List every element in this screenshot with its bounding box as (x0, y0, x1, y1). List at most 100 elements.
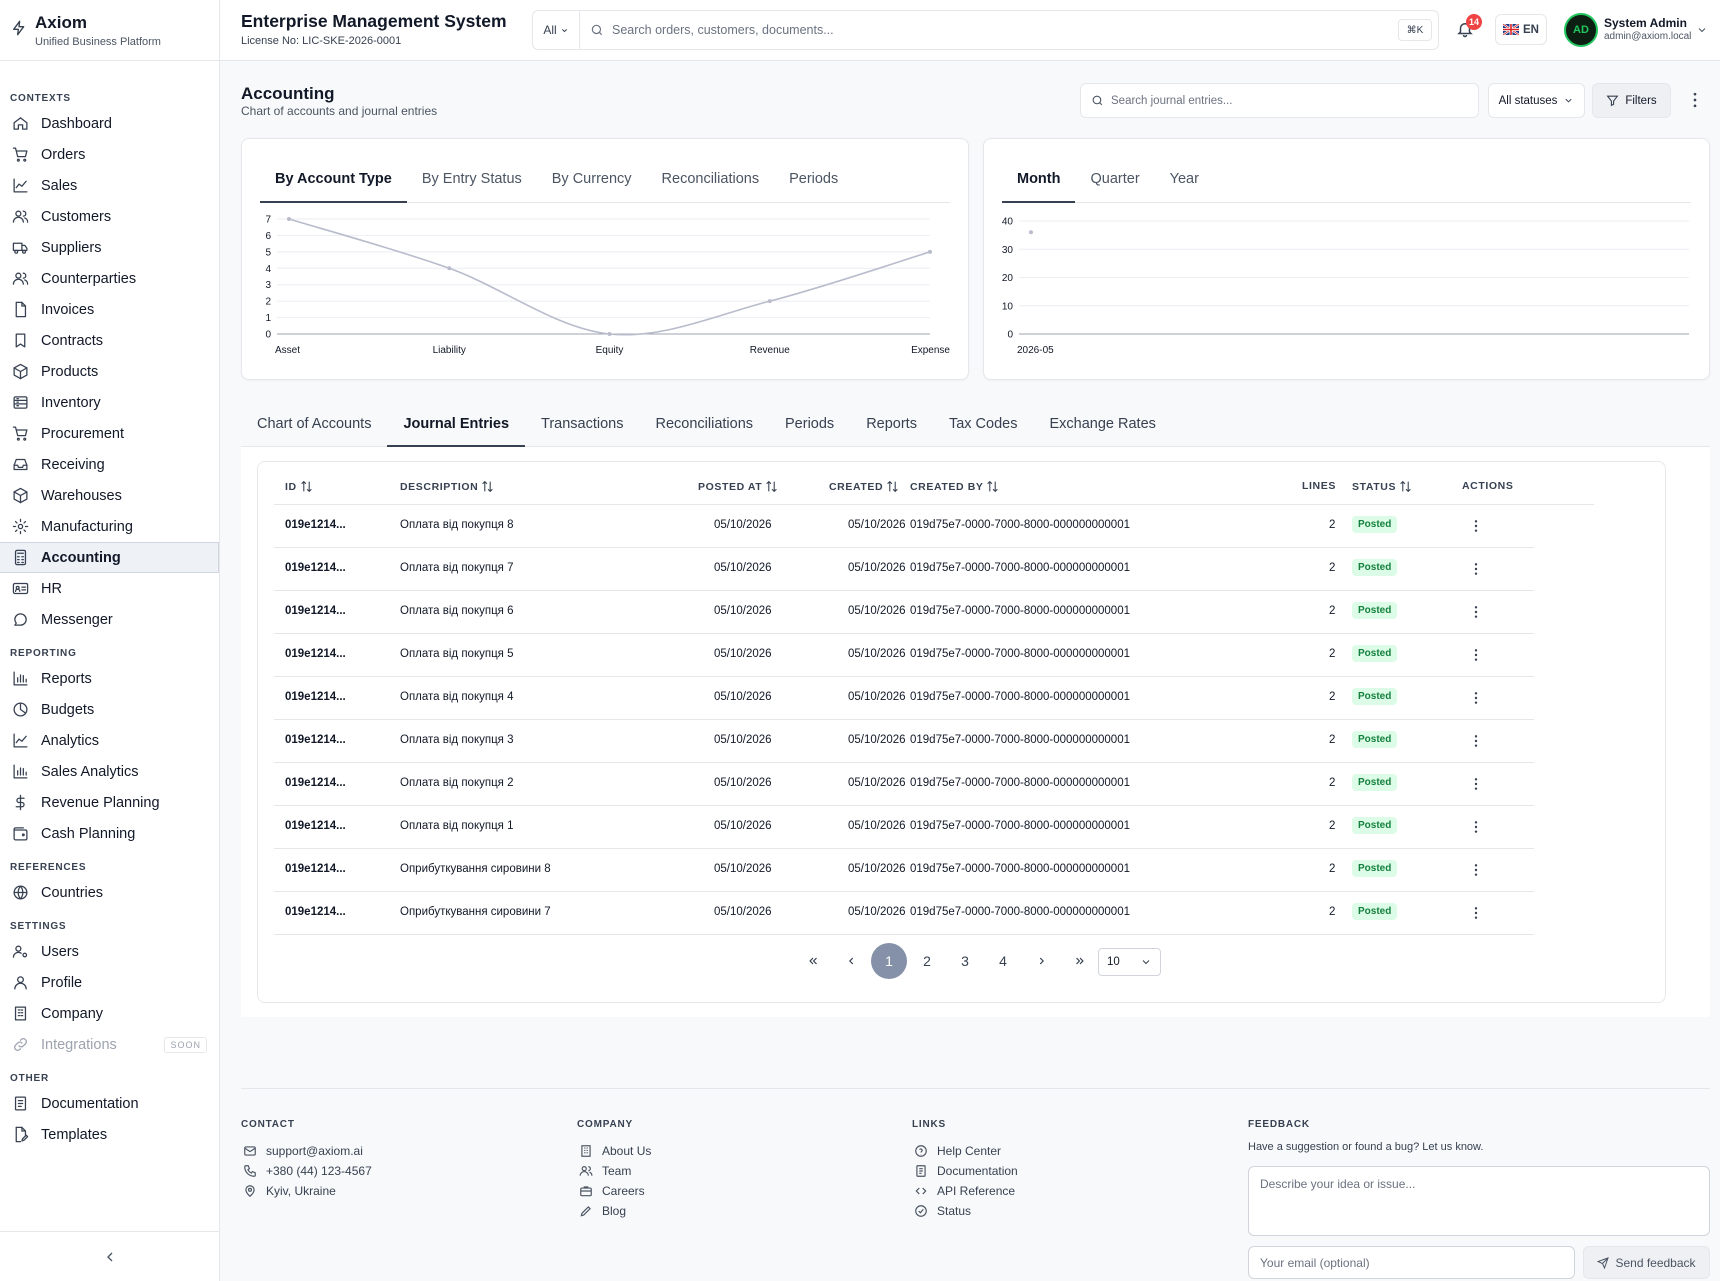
last-page-button[interactable] (1062, 943, 1098, 979)
sidebar-item-documentation[interactable]: Documentation (0, 1088, 219, 1119)
sidebar-item-contracts[interactable]: Contracts (0, 325, 219, 356)
data-point[interactable] (447, 266, 452, 271)
period-tab-month[interactable]: Month (1002, 167, 1076, 203)
chart-tab-by-currency[interactable]: By Currency (537, 167, 647, 203)
cell-id[interactable]: 019e1214... (285, 519, 346, 531)
table-row[interactable]: 019e1214... Оплата від покупця 7 05/10/202… (274, 548, 1534, 591)
column-header-description[interactable]: DESCRIPTION (400, 480, 494, 493)
period-tab-quarter[interactable]: Quarter (1075, 167, 1154, 203)
sidebar-item-analytics[interactable]: Analytics (0, 725, 219, 756)
cell-id[interactable]: 019e1214... (285, 863, 346, 875)
previous-page-button[interactable] (833, 943, 869, 979)
tab-tax-codes[interactable]: Tax Codes (933, 403, 1034, 447)
collapse-sidebar-button[interactable] (0, 1231, 219, 1281)
sidebar-item-invoices[interactable]: Invoices (0, 294, 219, 325)
tab-exchange-rates[interactable]: Exchange Rates (1033, 403, 1171, 447)
table-row[interactable]: 019e1214... Оплата від покупця 3 05/10/202… (274, 720, 1534, 763)
sidebar-item-warehouses[interactable]: Warehouses (0, 480, 219, 511)
sidebar-item-procurement[interactable]: Procurement (0, 418, 219, 449)
filters-button[interactable]: Filters (1592, 83, 1671, 118)
cell-id[interactable]: 019e1214... (285, 734, 346, 746)
avatar[interactable]: AD (1564, 13, 1598, 47)
first-page-button[interactable] (795, 943, 831, 979)
sidebar-item-cash-planning[interactable]: Cash Planning (0, 818, 219, 849)
tab-periods[interactable]: Periods (769, 403, 850, 447)
column-header-created[interactable]: CREATED (829, 480, 899, 493)
page-1-button[interactable]: 1 (871, 943, 907, 979)
footer-link-blog[interactable]: Blog (579, 1204, 626, 1218)
column-header-created-by[interactable]: CREATED BY (910, 480, 999, 493)
table-row[interactable]: 019e1214... Оприбуткування сировини 7 05/1… (274, 892, 1534, 935)
sidebar-item-counterparties[interactable]: Counterparties (0, 263, 219, 294)
footer-link-about[interactable]: About Us (579, 1144, 651, 1158)
table-row[interactable]: 019e1214... Оплата від покупця 4 05/10/202… (274, 677, 1534, 720)
table-row[interactable]: 019e1214... Оплата від покупця 6 05/10/202… (274, 591, 1534, 634)
row-actions-icon[interactable] (1468, 604, 1484, 620)
feedback-email-input[interactable]: Your email (optional) (1248, 1246, 1575, 1279)
column-header-id[interactable]: ID (285, 480, 313, 493)
sidebar-item-budgets[interactable]: Budgets (0, 694, 219, 725)
tab-reconciliations[interactable]: Reconciliations (639, 403, 769, 447)
row-actions-icon[interactable] (1468, 690, 1484, 706)
user-name[interactable]: System Admin (1604, 16, 1687, 30)
footer-link-status[interactable]: Status (914, 1204, 971, 1218)
cell-id[interactable]: 019e1214... (285, 605, 346, 617)
sidebar-item-revenue-planning[interactable]: Revenue Planning (0, 787, 219, 818)
sidebar-item-dashboard[interactable]: Dashboard (0, 108, 219, 139)
journal-search-input[interactable]: Search journal entries... (1080, 83, 1479, 118)
sidebar-item-accounting[interactable]: Accounting (0, 542, 219, 573)
table-row[interactable]: 019e1214... Оплата від покупця 2 05/10/202… (274, 763, 1534, 806)
period-tab-year[interactable]: Year (1155, 167, 1214, 203)
data-point[interactable] (767, 299, 772, 304)
data-point[interactable] (928, 249, 932, 254)
sidebar-item-reports[interactable]: Reports (0, 663, 219, 694)
table-row[interactable]: 019e1214... Оплата від покупця 5 05/10/202… (274, 634, 1534, 677)
chart-tab-periods[interactable]: Periods (774, 167, 853, 203)
sidebar-item-users[interactable]: Users (0, 936, 219, 967)
sidebar-item-suppliers[interactable]: Suppliers (0, 232, 219, 263)
cell-id[interactable]: 019e1214... (285, 562, 346, 574)
column-header-status[interactable]: STATUS (1352, 480, 1412, 493)
row-actions-icon[interactable] (1468, 518, 1484, 534)
brand[interactable]: Axiom Unified Business Platform (0, 0, 219, 61)
page-4-button[interactable]: 4 (985, 943, 1021, 979)
sidebar-item-inventory[interactable]: Inventory (0, 387, 219, 418)
row-actions-icon[interactable] (1468, 862, 1484, 878)
row-actions-icon[interactable] (1468, 905, 1484, 921)
row-actions-icon[interactable] (1468, 819, 1484, 835)
footer-link-api[interactable]: API Reference (914, 1184, 1015, 1198)
tab-journal-entries[interactable]: Journal Entries (387, 403, 526, 447)
search-scope-select[interactable]: All (533, 11, 580, 49)
sidebar-item-orders[interactable]: Orders (0, 139, 219, 170)
cell-id[interactable]: 019e1214... (285, 906, 346, 918)
sidebar-item-manufacturing[interactable]: Manufacturing (0, 511, 219, 542)
footer-link-team[interactable]: Team (579, 1164, 631, 1178)
sidebar-item-company[interactable]: Company (0, 998, 219, 1029)
feedback-textarea[interactable]: Describe your idea or issue... (1248, 1166, 1710, 1236)
cell-id[interactable]: 019e1214... (285, 648, 346, 660)
row-actions-icon[interactable] (1468, 647, 1484, 663)
tab-reports[interactable]: Reports (850, 403, 933, 447)
table-row[interactable]: 019e1214... Оприбуткування сировини 8 05/1… (274, 849, 1534, 892)
data-point[interactable] (607, 332, 612, 336)
cell-id[interactable]: 019e1214... (285, 777, 346, 789)
data-point[interactable] (287, 217, 291, 221)
tab-transactions[interactable]: Transactions (525, 403, 639, 447)
status-filter-select[interactable]: All statuses (1488, 83, 1585, 118)
sidebar-item-profile[interactable]: Profile (0, 967, 219, 998)
row-actions-icon[interactable] (1468, 561, 1484, 577)
row-actions-icon[interactable] (1468, 776, 1484, 792)
page-2-button[interactable]: 2 (909, 943, 945, 979)
column-header-posted-at[interactable]: POSTED AT (698, 480, 778, 493)
send-feedback-button[interactable]: Send feedback (1583, 1246, 1710, 1279)
data-point[interactable] (1029, 230, 1033, 235)
cell-id[interactable]: 019e1214... (285, 820, 346, 832)
cell-id[interactable]: 019e1214... (285, 691, 346, 703)
contact-phone[interactable]: +380 (44) 123-4567 (243, 1164, 372, 1178)
chart-tab-by-entry-status[interactable]: By Entry Status (407, 167, 537, 203)
sidebar-item-receiving[interactable]: Receiving (0, 449, 219, 480)
footer-link-careers[interactable]: Careers (579, 1184, 645, 1198)
chevron-down-icon[interactable] (1696, 24, 1708, 36)
chart-tab-by-account-type[interactable]: By Account Type (260, 167, 407, 203)
row-actions-icon[interactable] (1468, 733, 1484, 749)
